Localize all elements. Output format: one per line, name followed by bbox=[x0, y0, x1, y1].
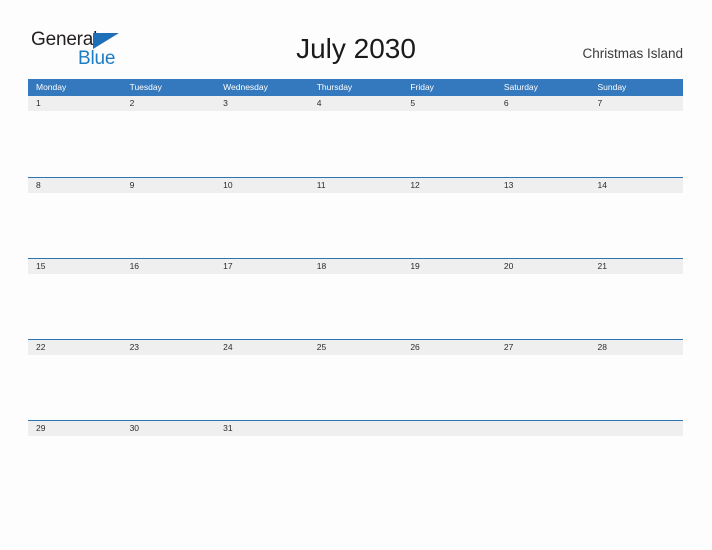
day-cell[interactable]: 24 bbox=[215, 340, 309, 355]
weekday-header-wednesday: Wednesday bbox=[223, 82, 268, 92]
day-cell[interactable]: 26 bbox=[402, 340, 496, 355]
day-cell[interactable] bbox=[402, 421, 496, 436]
day-cell[interactable]: 30 bbox=[122, 421, 216, 436]
day-cell[interactable]: 8 bbox=[28, 178, 122, 193]
day-cell[interactable]: 31 bbox=[215, 421, 309, 436]
day-cell[interactable]: 13 bbox=[496, 178, 590, 193]
weekday-header-monday: Monday bbox=[36, 82, 67, 92]
day-cell[interactable]: 20 bbox=[496, 259, 590, 274]
day-cell[interactable] bbox=[589, 421, 683, 436]
day-cell[interactable]: 23 bbox=[122, 340, 216, 355]
day-cell[interactable]: 16 bbox=[122, 259, 216, 274]
week-row: 1 2 3 4 5 6 7 bbox=[28, 96, 683, 177]
day-cell[interactable]: 5 bbox=[402, 96, 496, 111]
weekday-header-row: Monday Tuesday Wednesday Thursday Friday… bbox=[28, 79, 683, 96]
week-row: 29 30 31 bbox=[28, 420, 683, 501]
week-event-area[interactable] bbox=[28, 436, 683, 502]
day-cell[interactable]: 6 bbox=[496, 96, 590, 111]
day-cell[interactable]: 29 bbox=[28, 421, 122, 436]
weekday-header-saturday: Saturday bbox=[503, 82, 538, 92]
day-cell[interactable]: 28 bbox=[589, 340, 683, 355]
weekday-header-friday: Friday bbox=[410, 82, 434, 92]
weekday-header-sunday: Sunday bbox=[597, 82, 627, 92]
date-number-band: 1 2 3 4 5 6 7 bbox=[28, 96, 683, 111]
day-cell[interactable]: 22 bbox=[28, 340, 122, 355]
day-cell[interactable]: 11 bbox=[309, 178, 403, 193]
week-row: 22 23 24 25 26 27 28 bbox=[28, 339, 683, 420]
day-cell[interactable]: 7 bbox=[589, 96, 683, 111]
week-event-area[interactable] bbox=[28, 111, 683, 177]
day-cell[interactable]: 17 bbox=[215, 259, 309, 274]
day-cell[interactable]: 15 bbox=[28, 259, 122, 274]
week-event-area[interactable] bbox=[28, 355, 683, 421]
date-number-band: 8 9 10 11 12 13 14 bbox=[28, 178, 683, 193]
weekday-header-tuesday: Tuesday bbox=[129, 82, 162, 92]
day-cell[interactable]: 18 bbox=[309, 259, 403, 274]
date-number-band: 22 23 24 25 26 27 28 bbox=[28, 340, 683, 355]
day-cell[interactable]: 9 bbox=[122, 178, 216, 193]
week-event-area[interactable] bbox=[28, 193, 683, 259]
day-cell[interactable]: 25 bbox=[309, 340, 403, 355]
week-row: 15 16 17 18 19 20 21 bbox=[28, 258, 683, 339]
day-cell[interactable]: 1 bbox=[28, 96, 122, 111]
page-header: General Blue July 2030 Christmas Island bbox=[0, 0, 712, 78]
day-cell[interactable]: 4 bbox=[309, 96, 403, 111]
date-number-band: 15 16 17 18 19 20 21 bbox=[28, 259, 683, 274]
day-cell[interactable]: 19 bbox=[402, 259, 496, 274]
weekday-header-thursday: Thursday bbox=[316, 82, 353, 92]
date-number-band: 29 30 31 bbox=[28, 421, 683, 436]
day-cell[interactable]: 27 bbox=[496, 340, 590, 355]
day-cell[interactable]: 14 bbox=[589, 178, 683, 193]
day-cell[interactable] bbox=[309, 421, 403, 436]
calendar-grid: Monday Tuesday Wednesday Thursday Friday… bbox=[28, 79, 683, 501]
week-event-area[interactable] bbox=[28, 274, 683, 340]
day-cell[interactable]: 2 bbox=[122, 96, 216, 111]
day-cell[interactable]: 12 bbox=[402, 178, 496, 193]
day-cell[interactable]: 10 bbox=[215, 178, 309, 193]
day-cell[interactable]: 21 bbox=[589, 259, 683, 274]
week-row: 8 9 10 11 12 13 14 bbox=[28, 177, 683, 258]
location-label: Christmas Island bbox=[582, 46, 683, 61]
day-cell[interactable] bbox=[496, 421, 590, 436]
day-cell[interactable]: 3 bbox=[215, 96, 309, 111]
